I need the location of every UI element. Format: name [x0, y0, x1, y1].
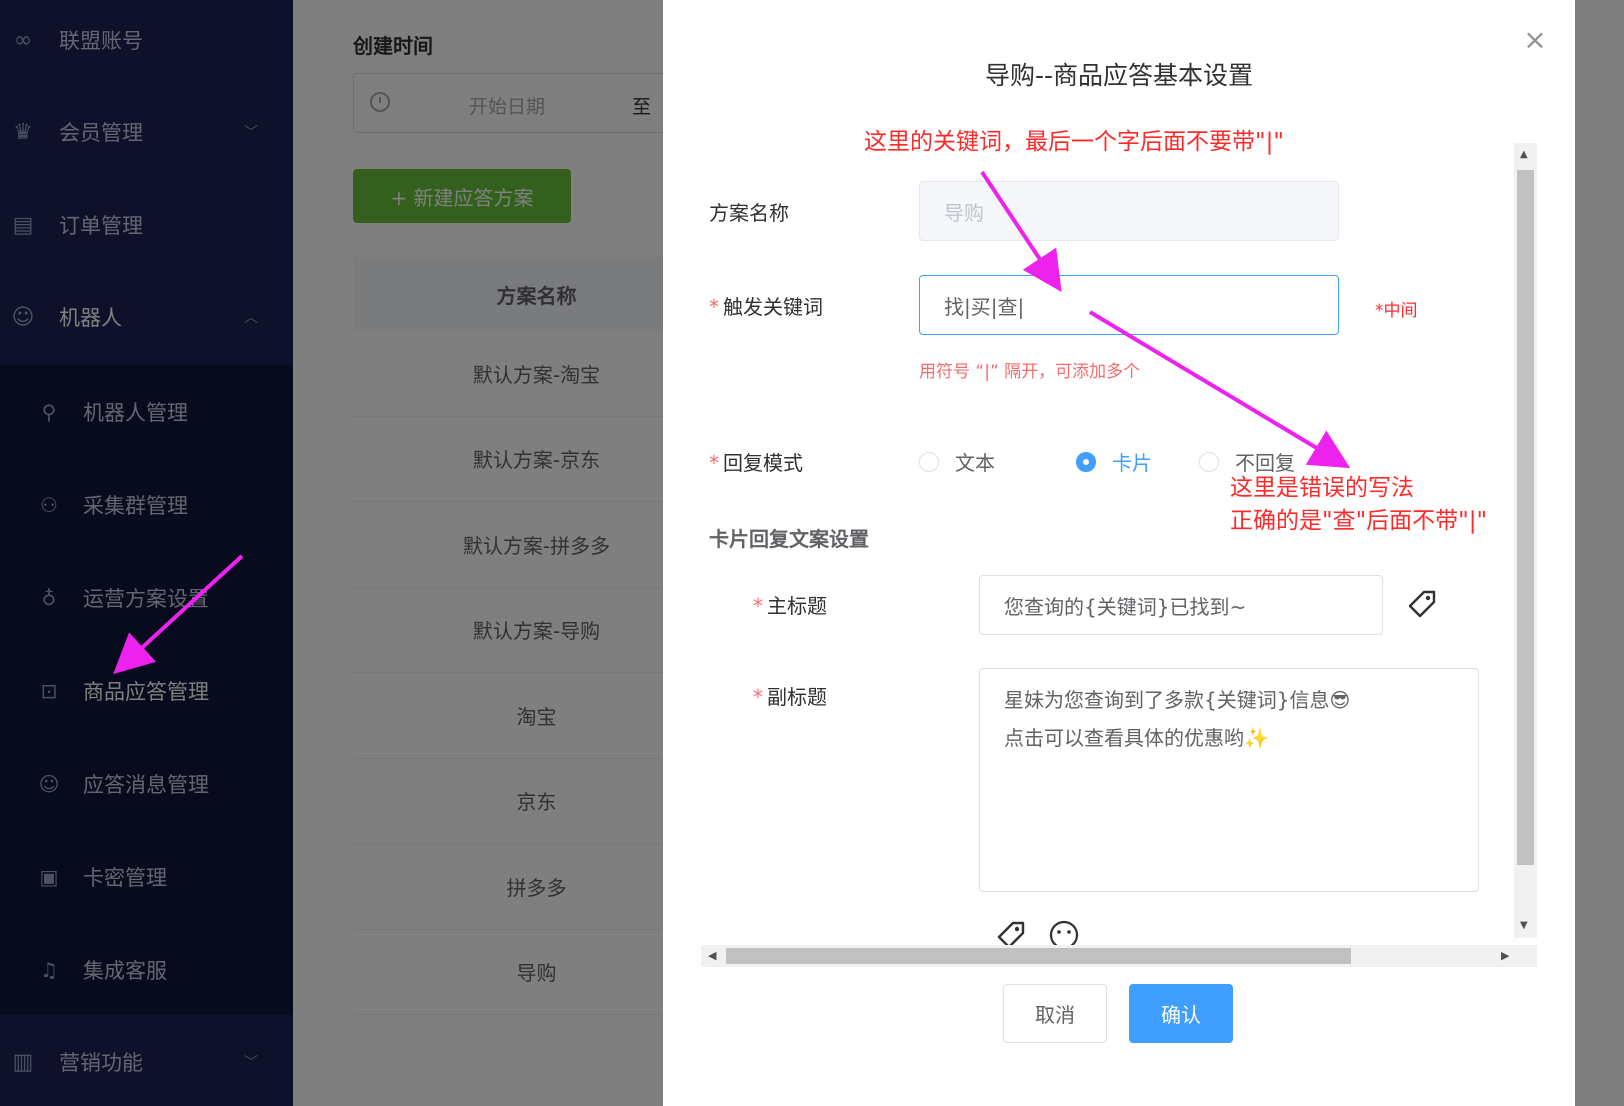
- scrollbar-thumb[interactable]: [1517, 170, 1534, 865]
- close-icon[interactable]: ×: [1521, 26, 1549, 54]
- radio-circle[interactable]: [919, 451, 939, 472]
- main-title-label: * 主标题: [753, 594, 827, 618]
- reply-mode-card-radio[interactable]: 卡片: [1076, 447, 1152, 476]
- radio-label: 文本: [955, 451, 995, 475]
- subtitle-label: * 副标题: [753, 685, 827, 709]
- confirm-button[interactable]: 确认: [1129, 984, 1233, 1043]
- scroll-up-icon[interactable]: ▲: [1520, 149, 1528, 160]
- reply-mode-text-radio[interactable]: 文本: [919, 447, 995, 476]
- plan-name-input: 导购: [919, 181, 1339, 241]
- annotation-top-note: 这里的关键词，最后一个字后面不要带"|": [864, 129, 1284, 155]
- radio-circle[interactable]: [1199, 451, 1219, 472]
- subtitle-textarea[interactable]: 星妹为您查询到了多款{关键词}信息😎 点击可以查看具体的优惠哟✨: [979, 668, 1479, 892]
- main-title-input[interactable]: 您查询的{关键词}已找到~: [979, 575, 1383, 635]
- radio-circle[interactable]: [1076, 451, 1096, 472]
- card-section-title: 卡片回复文案设置: [709, 527, 869, 551]
- annotation-error-line1: 这里是错误的写法: [1230, 475, 1414, 501]
- cancel-button[interactable]: 取消: [1003, 984, 1107, 1043]
- subtitle-label-text: 副标题: [767, 685, 827, 709]
- annotation-error-line2: 正确的是"查"后面不带"|": [1230, 508, 1488, 534]
- subtitle-line: 星妹为您查询到了多款{关键词}信息😎: [1004, 688, 1351, 712]
- horizontal-scrollbar[interactable]: ◀ ▶: [701, 945, 1537, 967]
- keyword-label-text: 触发关键词: [723, 295, 823, 319]
- scroll-right-icon[interactable]: ▶: [1501, 949, 1509, 962]
- dialog-title: 导购--商品应答基本设置: [984, 61, 1254, 90]
- settings-dialog: × 导购--商品应答基本设置 方案名称 导购 * 触发关键词 找|买|查| *中间…: [663, 0, 1575, 1106]
- main-title-label-text: 主标题: [767, 594, 827, 618]
- tag-icon[interactable]: [1406, 588, 1438, 620]
- reply-mode-label: * 回复模式: [709, 451, 803, 475]
- reply-mode-label-text: 回复模式: [723, 451, 803, 475]
- scrollbar-thumb[interactable]: [726, 948, 1351, 964]
- keyword-side-note: *中间: [1375, 301, 1418, 321]
- subtitle-line: 点击可以查看具体的优惠哟✨: [1004, 726, 1269, 750]
- keyword-label: * 触发关键词: [709, 295, 823, 319]
- radio-label: 卡片: [1112, 451, 1152, 475]
- keyword-input[interactable]: 找|买|查|: [919, 275, 1339, 335]
- plan-name-label: 方案名称: [709, 201, 789, 225]
- vertical-scrollbar[interactable]: ▲ ▼: [1514, 143, 1537, 938]
- scroll-left-icon[interactable]: ◀: [708, 949, 716, 962]
- dialog-form: 方案名称 导购 * 触发关键词 找|买|查| *中间 用符号 “|” 隔开，可添加…: [701, 143, 1543, 970]
- scroll-down-icon[interactable]: ▼: [1520, 920, 1528, 931]
- keyword-hint: 用符号 “|” 隔开，可添加多个: [919, 362, 1141, 382]
